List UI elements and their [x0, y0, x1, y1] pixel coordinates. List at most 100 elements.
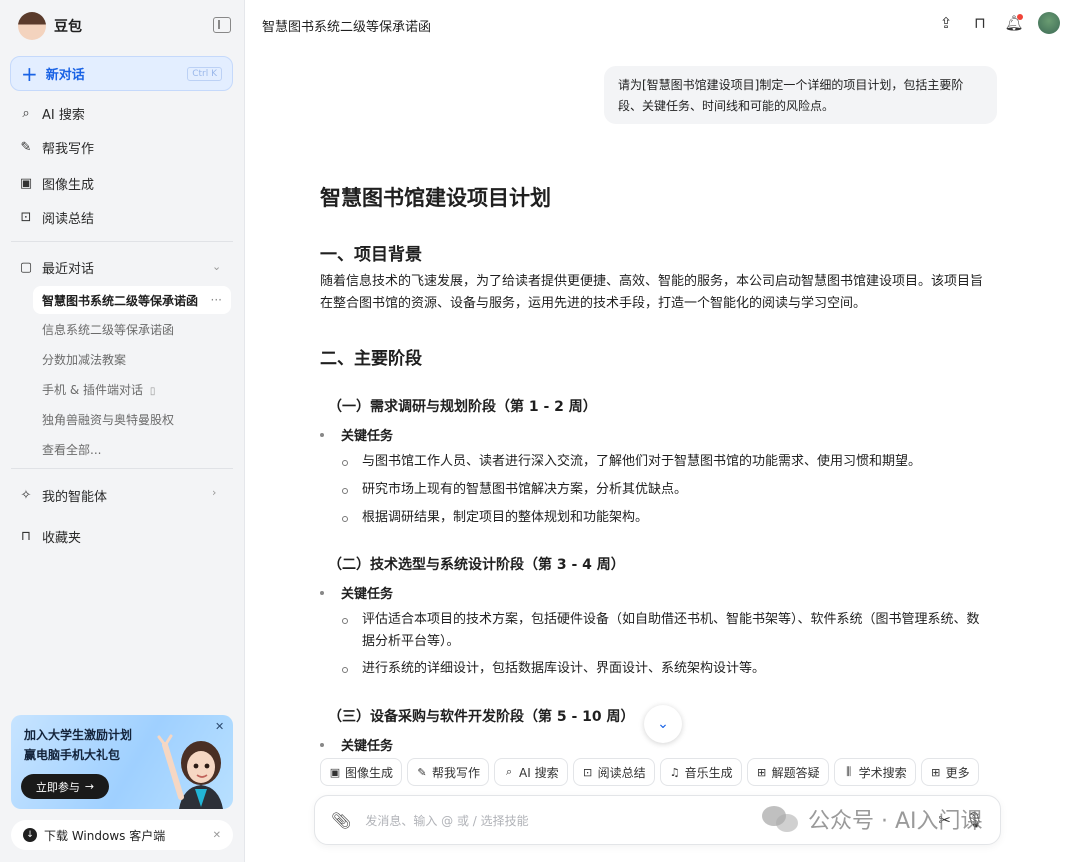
task-text: 与图书馆工作人员、读者进行深入交流，了解他们对于智慧图书馆的功能需求、使用习惯和…: [362, 454, 922, 469]
search-sparkle-icon: ⌕: [505, 765, 513, 778]
notification-dot: [1017, 14, 1023, 20]
nav-label: 图像生成: [42, 178, 95, 193]
grid-icon: ⊞: [931, 765, 941, 779]
phase-heading: （二）技术选型与系统设计阶段（第 3 - 4 周）: [328, 557, 625, 573]
bookmark-add-icon[interactable]: ⊓: [970, 13, 990, 33]
nav-label: AI 搜索: [42, 108, 85, 123]
brand-name: 豆包: [54, 19, 82, 35]
skill-label: 音乐生成: [684, 765, 733, 780]
more-icon[interactable]: ···: [211, 293, 222, 307]
skill-label: 帮我写作: [432, 765, 481, 780]
new-chat-label: 新对话: [45, 68, 85, 83]
recent-item[interactable]: 分数加减法教案: [42, 351, 126, 368]
nav-my-agents[interactable]: ✧ 我的智能体: [18, 486, 107, 505]
nav-reading-summary[interactable]: ⊡ 阅读总结: [18, 208, 94, 227]
chat-bubble-icon: ▢: [19, 260, 33, 275]
skill-writing[interactable]: ✎ 帮我写作: [407, 758, 490, 786]
promo-join-button[interactable]: 立即参与 →: [21, 774, 109, 799]
task-text: 评估适合本项目的技术方案，包括硬件设备（如自助借还书机、智能书架等）、软件系统（…: [362, 612, 980, 649]
recent-item[interactable]: 信息系统二级等保承诺函: [42, 321, 174, 338]
skill-problem-solving[interactable]: ⊞ 解题答疑: [746, 758, 829, 786]
download-client-button[interactable]: ↓ 下载 Windows 客户端 ✕: [11, 820, 233, 850]
skill-bar: ▣ 图像生成 ✎ 帮我写作 ⌕ AI 搜索 ⊡ 阅读总结 ♫ 音乐生成 ⊞ 解题答疑 ⫼ 学术…: [320, 758, 979, 786]
brand[interactable]: 豆包: [18, 12, 82, 40]
chevron-right-icon[interactable]: ›: [212, 486, 216, 499]
skill-label: 图像生成: [345, 765, 394, 780]
sidebar: 豆包 + 新对话 Ctrl K ⌕ AI 搜索 ✎ 帮我写作 ▣ 图像生成 ⊡ …: [0, 0, 245, 862]
nav-ai-search[interactable]: ⌕ AI 搜索: [18, 104, 85, 123]
pen-icon: ✎: [417, 765, 427, 779]
book-icon: ⊡: [583, 765, 593, 779]
arrow-right-icon: →: [84, 780, 95, 793]
image-icon: ▣: [329, 765, 341, 779]
bullet-item: 关键任务: [320, 735, 393, 754]
plus-icon: +: [21, 61, 38, 86]
task-text: 根据调研结果，制定项目的整体规划和功能架构。: [362, 510, 649, 525]
recent-header[interactable]: ▢ 最近对话: [18, 258, 94, 277]
nav-image-gen[interactable]: ▣ 图像生成: [18, 174, 94, 193]
promo-line1: 加入大学生激励计划: [24, 728, 133, 742]
conversation-title: 智慧图书系统二级等保承诺函: [262, 20, 432, 35]
share-icon[interactable]: ⇪: [936, 13, 956, 33]
skill-label: AI 搜索: [519, 765, 559, 780]
skill-music-gen[interactable]: ♫ 音乐生成: [659, 758, 742, 786]
pen-icon: ✎: [20, 140, 32, 155]
recent-item[interactable]: 独角兽融资与奥特曼股权: [42, 411, 174, 428]
task-item: 根据调研结果，制定项目的整体规划和功能架构。: [342, 507, 992, 529]
music-icon: ♫: [669, 765, 680, 779]
sidebar-toggle-icon[interactable]: [213, 17, 231, 33]
task-item: 与图书馆工作人员、读者进行深入交流，了解他们对于智慧图书馆的功能需求、使用习惯和…: [342, 451, 992, 473]
skill-reading-summary[interactable]: ⊡ 阅读总结: [572, 758, 655, 786]
chevron-down-icon[interactable]: ⌄: [212, 260, 221, 273]
recent-item-label: 手机 & 插件端对话: [42, 383, 143, 397]
recent-item-active[interactable]: 智慧图书系统二级等保承诺函 ···: [33, 286, 231, 314]
nav-writing[interactable]: ✎ 帮我写作: [18, 138, 94, 157]
bullet-item: 关键任务: [320, 583, 393, 602]
library-icon: ⫼: [846, 765, 852, 778]
nav-favorites[interactable]: ⊓ 收藏夹: [18, 527, 81, 546]
question-icon: ⊞: [757, 765, 767, 779]
close-icon[interactable]: ✕: [215, 720, 224, 733]
phase-heading: （一）需求调研与规划阶段（第 1 - 2 周）: [328, 399, 597, 415]
download-label: 下载 Windows 客户端: [44, 828, 166, 843]
book-icon: ⊡: [20, 210, 32, 225]
task-text: 研究市场上现有的智慧图书馆解决方案，分析其优缺点。: [362, 482, 688, 497]
watermark: 公众号 · AI入门课: [762, 803, 983, 835]
mascot-figure: [157, 734, 223, 809]
scroll-down-button[interactable]: ⌄: [644, 705, 682, 743]
skill-label: 更多: [945, 765, 970, 780]
message-input[interactable]: 发消息、输入 @ 或 / 选择技能: [365, 812, 528, 829]
watermark-text: 公众号 · AI入门课: [808, 809, 983, 834]
skill-academic-search[interactable]: ⫼ 学术搜索: [833, 758, 916, 786]
skill-label: 解题答疑: [771, 765, 820, 780]
section-heading: 二、主要阶段: [320, 349, 422, 369]
promo-button-label: 立即参与: [35, 780, 80, 794]
recent-item[interactable]: 手机 & 插件端对话 ▯: [42, 381, 155, 398]
section-text: 随着信息技术的飞速发展，为了给读者提供更便捷、高效、智能的服务，本公司启动智慧图…: [320, 274, 984, 311]
task-item: 评估适合本项目的技术方案，包括硬件设备（如自助借还书机、智能书架等）、软件系统（…: [342, 609, 992, 653]
promo-banner[interactable]: 加入大学生激励计划 赢电脑手机大礼包 立即参与 → ✕: [11, 715, 233, 809]
nav-label: 收藏夹: [42, 531, 82, 546]
shortcut-hint: Ctrl K: [187, 66, 222, 81]
download-icon: ↓: [23, 828, 37, 842]
user-message: 请为[智慧图书馆建设项目]制定一个详细的项目计划，包括主要阶段、关键任务、时间线…: [604, 66, 997, 124]
search-sparkle-icon: ⌕: [22, 106, 30, 121]
skill-more[interactable]: ⊞ 更多: [920, 758, 979, 786]
bullet-item: 关键任务: [320, 425, 393, 444]
sparkle-icon: ✧: [20, 488, 32, 503]
phone-icon: ▯: [149, 386, 156, 397]
top-actions: ⇪ ⊓ 🔔︎: [936, 12, 1060, 34]
recent-item-label: 智慧图书系统二级等保承诺函: [42, 293, 199, 308]
task-item: 研究市场上现有的智慧图书馆解决方案，分析其优缺点。: [342, 479, 992, 501]
close-icon[interactable]: ✕: [213, 830, 221, 841]
divider: [11, 241, 233, 242]
new-chat-button[interactable]: + 新对话 Ctrl K: [10, 56, 233, 91]
skill-ai-search[interactable]: ⌕ AI 搜索: [494, 758, 568, 786]
promo-line2: 赢电脑手机大礼包: [24, 748, 121, 762]
attachment-icon[interactable]: 📎︎: [331, 811, 351, 830]
view-all-link[interactable]: 查看全部...: [42, 441, 101, 458]
skill-image-gen[interactable]: ▣ 图像生成: [320, 758, 403, 786]
user-avatar[interactable]: [1038, 12, 1060, 34]
doc-title: 智慧图书馆建设项目计划: [320, 186, 551, 210]
bell-icon[interactable]: 🔔︎: [1004, 13, 1024, 33]
